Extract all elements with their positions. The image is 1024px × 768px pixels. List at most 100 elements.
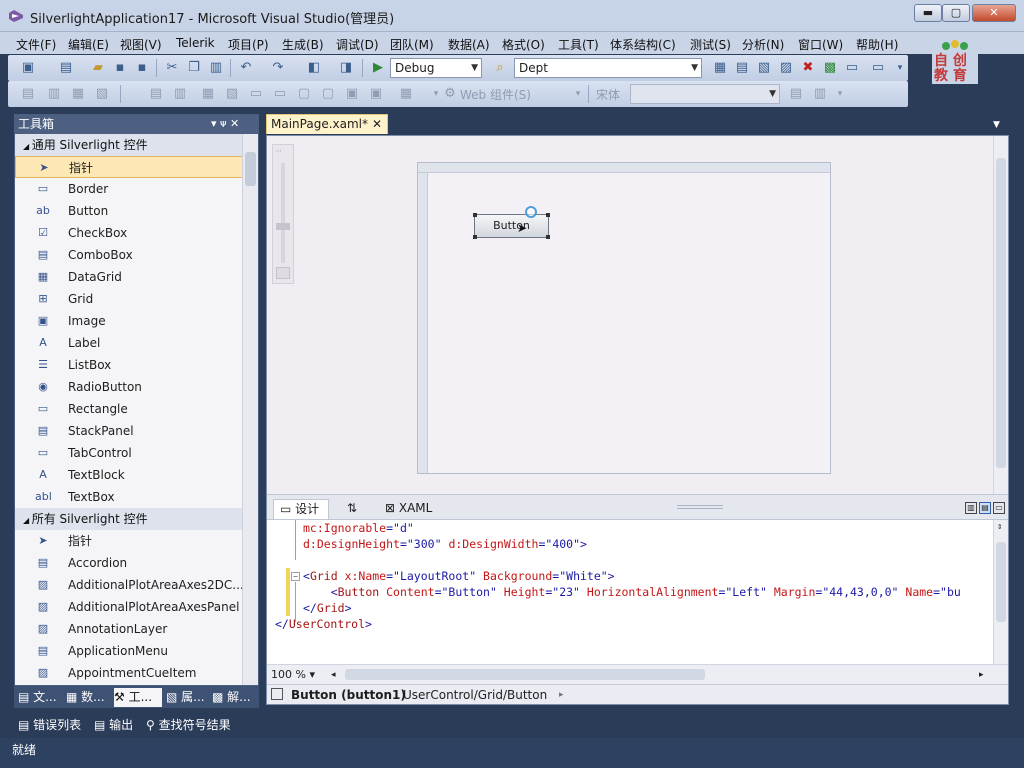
save-all-icon[interactable]: ▪: [134, 60, 150, 76]
align-right-icon[interactable]: ▦: [70, 86, 86, 102]
tab-output[interactable]: ▤ 输出: [94, 716, 133, 735]
horizontal-split-icon[interactable]: ▤: [979, 502, 991, 514]
font-combo[interactable]: ▼: [630, 84, 780, 104]
toolbox-item[interactable]: ▤ ApplicationMenu: [15, 640, 258, 662]
minimize-button[interactable]: ▬: [914, 4, 942, 22]
menu-team[interactable]: 团队(M): [390, 36, 434, 53]
toolbox-item[interactable]: ➤ 指针: [15, 156, 258, 178]
lock-controls-icon[interactable]: ▣: [344, 86, 360, 102]
object-browser-icon[interactable]: ▧: [756, 60, 772, 76]
tab-order-icon[interactable]: ▣: [368, 86, 384, 102]
horizontal-spacing-icon[interactable]: ▦: [200, 86, 216, 102]
vertical-spacing-icon[interactable]: ▧: [224, 86, 240, 102]
web-components-label[interactable]: Web 组件(S): [460, 86, 531, 103]
breadcrumb-path[interactable]: UserControl/Grid/Button: [403, 686, 547, 704]
menu-file[interactable]: 文件(F): [16, 36, 56, 53]
fit-to-window-icon[interactable]: [276, 267, 290, 279]
tab-xaml[interactable]: ⊠ XAML: [379, 499, 443, 519]
menu-debug[interactable]: 调试(D): [336, 36, 379, 53]
zoom-thumb[interactable]: [276, 223, 290, 230]
toolbox-item[interactable]: ⊞ Grid: [15, 288, 258, 310]
chevron-right-icon[interactable]: ▸: [559, 686, 564, 704]
undo-icon[interactable]: ↶: [238, 60, 254, 76]
zoom-slider[interactable]: ⋯: [272, 144, 294, 284]
toolbox-item[interactable]: ▨ AnnotationLayer: [15, 618, 258, 640]
collapse-pane-icon[interactable]: ▭: [993, 502, 1005, 514]
tab-solution-explorer[interactable]: ▩ 解...: [212, 688, 256, 707]
toolbox-item[interactable]: ▤ StackPanel: [15, 420, 258, 442]
tab-properties[interactable]: ▧ 属...: [166, 688, 210, 707]
command-window-icon[interactable]: ▭: [844, 60, 860, 76]
horizontal-scrollbar-thumb[interactable]: [345, 669, 705, 680]
tab-document-outline[interactable]: ▤ 文...: [18, 688, 62, 707]
xaml-code-view[interactable]: − mc:Ignorable="d" d:DesignHeight="300" d…: [267, 520, 1008, 664]
align-left-icon[interactable]: ▤: [20, 86, 36, 102]
extension-manager-icon[interactable]: ▩: [822, 60, 838, 76]
start-debugging-icon[interactable]: ▶: [370, 60, 386, 76]
toolbox-item[interactable]: ☰ ListBox: [15, 354, 258, 376]
toolbox-item[interactable]: ➤ 指针: [15, 530, 258, 552]
toolbox-item[interactable]: abl TextBox: [15, 486, 258, 508]
resize-handle[interactable]: [546, 213, 550, 217]
artboard[interactable]: Button ➤: [417, 162, 831, 474]
menu-data[interactable]: 数据(A): [448, 36, 490, 53]
resize-handle[interactable]: [473, 213, 477, 217]
splitter-grip[interactable]: [677, 505, 723, 509]
code-line[interactable]: d:DesignHeight="300" d:DesignWidth="400"…: [303, 536, 587, 552]
gear-icon[interactable]: ⚙: [442, 86, 458, 102]
breadcrumb-current[interactable]: Button (button1): [291, 686, 406, 704]
toolbox-item[interactable]: ab Button: [15, 200, 258, 222]
design-vertical-scrollbar[interactable]: [993, 136, 1008, 494]
menu-help[interactable]: 帮助(H): [856, 36, 898, 53]
menu-build[interactable]: 生成(B): [282, 36, 324, 53]
zoom-level-select[interactable]: 100 % ▾: [271, 666, 315, 684]
scrollbar-thumb[interactable]: [996, 158, 1006, 468]
copy-icon[interactable]: ❐: [186, 60, 202, 76]
open-file-icon[interactable]: ▰: [90, 60, 106, 76]
toolbox-item[interactable]: ▤ Accordion: [15, 552, 258, 574]
navigate-forward-icon[interactable]: ◨: [338, 60, 354, 76]
cut-icon[interactable]: ✂: [164, 60, 180, 76]
bring-to-front-icon[interactable]: ▢: [296, 86, 312, 102]
toolbox-group-common[interactable]: ◢ 通用 Silverlight 控件: [15, 134, 258, 156]
resize-handle[interactable]: [546, 235, 550, 239]
code-line[interactable]: <Button Content="Button" Height="23" Hor…: [303, 584, 961, 600]
collapse-region-icon[interactable]: −: [291, 572, 300, 581]
tab-mainpage-xaml[interactable]: MainPage.xaml* ✕: [266, 114, 388, 134]
scroll-left-icon[interactable]: ◂: [331, 666, 336, 684]
find-combo[interactable]: Dept ▼: [514, 58, 702, 78]
format-icon[interactable]: ▤: [788, 86, 804, 102]
restore-button[interactable]: ▢: [942, 4, 970, 22]
toolbar-options-icon[interactable]: ▾: [570, 86, 586, 102]
toolbox-item[interactable]: ▭ Border: [15, 178, 258, 200]
toolbar-options-icon[interactable]: ▾: [832, 86, 848, 102]
more-tools-icon[interactable]: ▭: [870, 60, 886, 76]
format-icon[interactable]: ▥: [812, 86, 828, 102]
close-icon[interactable]: ✕: [372, 115, 382, 133]
active-files-dropdown-icon[interactable]: ▼: [993, 120, 1000, 130]
toolbox-item[interactable]: ▨ AppointmentCueItem: [15, 662, 258, 684]
tab-find-symbol-results[interactable]: ⚲ 查找符号结果: [146, 716, 231, 735]
toolbox-item[interactable]: ◉ RadioButton: [15, 376, 258, 398]
design-surface[interactable]: ⋯ Button ➤: [267, 136, 1008, 494]
toolbox-icon[interactable]: ▨: [778, 60, 794, 76]
toolbox-item[interactable]: ▭ TabControl: [15, 442, 258, 464]
code-line[interactable]: mc:Ignorable="d": [303, 520, 414, 536]
menu-telerik[interactable]: Telerik: [176, 36, 215, 50]
solution-explorer-icon[interactable]: ▦: [712, 60, 728, 76]
tab-data-sources[interactable]: ▦ 数...: [66, 688, 110, 707]
send-to-back-icon[interactable]: ▢: [320, 86, 336, 102]
menu-edit[interactable]: 编辑(E): [68, 36, 109, 53]
make-same-height-icon[interactable]: ▥: [172, 86, 188, 102]
tab-error-list[interactable]: ▤ 错误列表: [18, 716, 81, 735]
split-window-icon[interactable]: ⇕: [997, 522, 1002, 532]
center-vertically-icon[interactable]: ▭: [272, 86, 288, 102]
properties-icon[interactable]: ▤: [734, 60, 750, 76]
resize-handle[interactable]: [473, 235, 477, 239]
find-in-files-icon[interactable]: ⌕: [492, 60, 508, 76]
new-project-icon[interactable]: ▣: [20, 60, 36, 76]
tab-design[interactable]: ▭ 设计: [273, 499, 329, 519]
toolbox-group-all[interactable]: ◢ 所有 Silverlight 控件: [15, 508, 258, 530]
vertical-split-icon[interactable]: ▥: [965, 502, 977, 514]
xaml-vertical-scrollbar[interactable]: ⇕: [993, 520, 1008, 664]
